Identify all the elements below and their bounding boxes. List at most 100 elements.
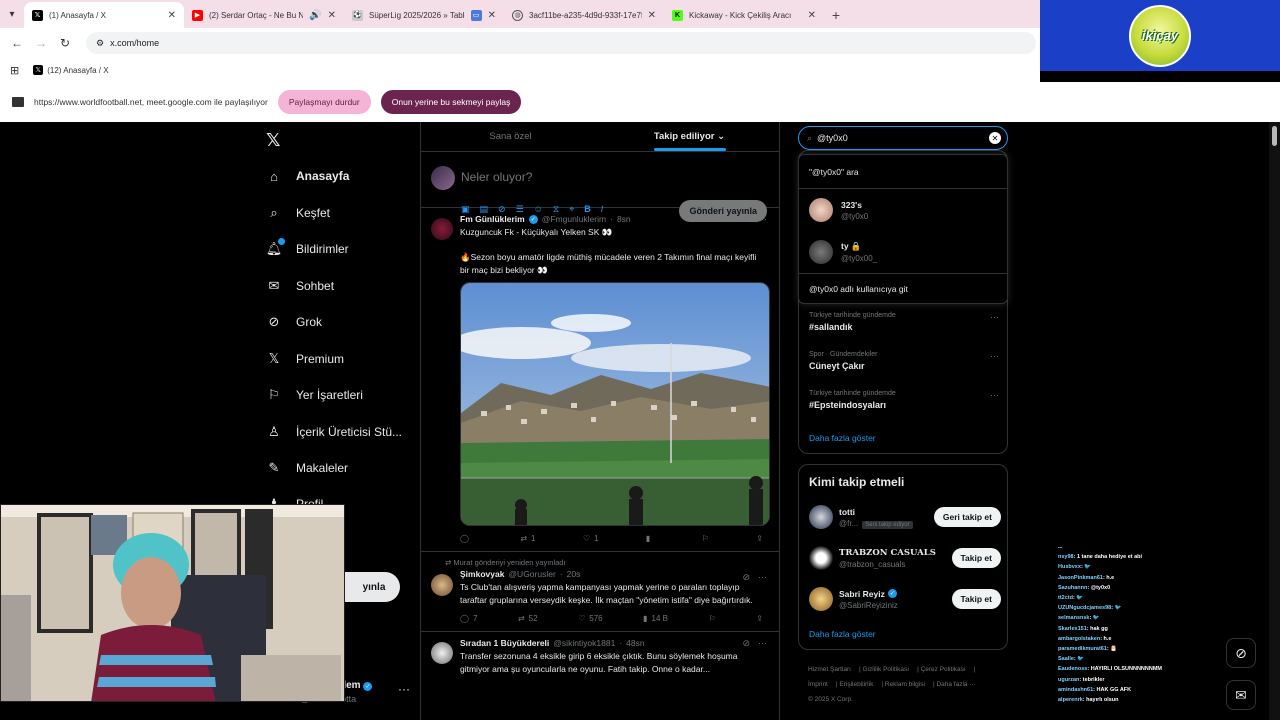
back-button[interactable]: ← (8, 34, 26, 52)
tweet-author-handle[interactable]: @UGorusler (508, 569, 555, 579)
suggested-user[interactable]: Sabri Reyiz ✓ @SabriReyiziniz Takip et (809, 584, 1001, 614)
bookmark-item[interactable]: 𝕏 (12) Anasayfa / X (33, 65, 109, 75)
footer-link[interactable]: Reklam bilgisi (885, 681, 925, 688)
sidebar-item-grok[interactable]: ⊘ Grok (266, 314, 322, 330)
speaker-icon[interactable]: 🔊 (309, 10, 321, 21)
follow-back-button[interactable]: Geri takip et (933, 507, 1001, 527)
footer-link[interactable]: Daha fazla ··· (936, 681, 975, 688)
trends-show-more-link[interactable]: Daha fazla göster (809, 433, 876, 443)
close-tab-icon[interactable]: ✕ (488, 10, 496, 21)
views-button[interactable]: ▮ (646, 534, 654, 543)
grok-float-icon[interactable]: ⊘ (1226, 638, 1256, 668)
close-tab-icon[interactable]: ✕ (328, 10, 336, 21)
sidebar-item-articles[interactable]: ✎ Makaleler (266, 460, 348, 476)
tweet[interactable]: ⇄ Murat gönderiyi yeniden yayınladı ⊘ ··… (421, 552, 779, 632)
tweet-author-name[interactable]: Fm Günlüklerim (460, 214, 525, 224)
page-scrollbar[interactable] (1269, 122, 1280, 720)
reload-button[interactable]: ↻ (56, 34, 74, 52)
tweet-author-handle[interactable]: @sikintiyok1881 (553, 638, 615, 648)
follow-button[interactable]: Takip et (951, 548, 1001, 568)
repost-button[interactable]: ⇄ 52 (518, 614, 538, 623)
more-icon[interactable]: ··· (758, 638, 767, 649)
share-button[interactable]: ⇪ (756, 614, 763, 623)
tweet-time[interactable]: 8sn (617, 214, 631, 224)
forward-button[interactable]: → (32, 34, 50, 52)
footer-link[interactable]: Gizlilik Politikası (862, 666, 909, 673)
repost-button[interactable]: ⇄ 1 (520, 534, 535, 543)
search-user-result[interactable]: ty 🔒 @ty0x00_ (799, 231, 1007, 273)
browser-tab[interactable]: K Kickaway - Kick Çekiliş Aracı ✕ (664, 2, 824, 28)
avatar[interactable] (431, 166, 455, 195)
close-tab-icon[interactable]: ✕ (648, 10, 656, 21)
share-button[interactable]: ⇪ (756, 534, 763, 543)
suggested-user[interactable]: TRABZON CASUALS @trabzon_casuals Takip e… (809, 543, 1001, 573)
trend-item[interactable]: Türkiye tarihinde gündemde #Epsteindosya… (809, 390, 999, 410)
grok-icon[interactable]: ⊘ (742, 638, 750, 649)
grok-icon[interactable]: ⊘ (742, 572, 750, 583)
tweet-author-handle[interactable]: @Fmgunluklerim (542, 214, 606, 224)
site-settings-icon[interactable]: ⚙ (96, 38, 104, 49)
sidebar-item-creator-studio[interactable]: ♙ İçerik Üreticisi Stü... (266, 424, 402, 440)
goto-user-link[interactable]: @ty0x0 adlı kullanıcıya git (799, 273, 1007, 303)
footer-link[interactable]: Erişilebilirlik (839, 681, 873, 688)
x-home-logo[interactable]: 𝕏 (266, 130, 281, 151)
more-icon[interactable]: ··· (758, 572, 767, 583)
avatar[interactable] (431, 574, 453, 601)
browser-tab[interactable]: ⚽ SüperLig 2025/2026 » Table ▭ ✕ (344, 2, 504, 28)
close-tab-icon[interactable]: ✕ (808, 10, 816, 21)
avatar[interactable] (431, 642, 453, 669)
tweet-author-name[interactable]: Şimkovyak (460, 569, 504, 579)
like-button[interactable]: ♡ 576 (578, 614, 603, 623)
stop-sharing-button[interactable]: Paylaşmayı durdur (277, 90, 371, 114)
tweet[interactable]: ⊘ ··· Sıradan 1 Büyükdereli @sikintiyok1… (421, 632, 779, 683)
browser-tab[interactable]: ◍ 3acf11be-a235-4d9d-933f-17e7f... ✕ (504, 2, 664, 28)
more-icon[interactable]: ··· (758, 214, 767, 225)
tab-search-icon[interactable]: ▾ (0, 0, 24, 28)
bookmark-button[interactable]: ⚐ (702, 534, 709, 543)
search-suggestion[interactable]: "@ty0x0" ara (799, 155, 1007, 189)
browser-tab[interactable]: ▶ (2) Serdar Ortaç - Ne Bu Ne... 🔊 ✕ (184, 2, 344, 28)
follow-button[interactable]: Takip et (951, 589, 1001, 609)
footer-link[interactable]: İmprint (808, 681, 828, 688)
bookmark-button[interactable]: ⚐ (709, 614, 716, 623)
tweet-author-name[interactable]: Sıradan 1 Büyükdereli (460, 638, 549, 648)
scroll-thumb[interactable] (1272, 126, 1277, 146)
more-icon[interactable]: ··· (990, 390, 999, 400)
sidebar-item-bookmarks[interactable]: ⚐ Yer İşaretleri (266, 387, 363, 403)
who-to-follow-show-more-link[interactable]: Daha fazla göster (809, 629, 876, 639)
search-input[interactable]: ⌕ @ty0x0 ✕ (798, 126, 1008, 150)
suggested-user[interactable]: totti @fr... Seni takip ediyor Geri takip… (809, 502, 1001, 532)
avatar[interactable] (431, 218, 453, 245)
search-user-result[interactable]: 323's @ty0x0 (799, 189, 1007, 231)
reply-button[interactable]: ◯ (460, 534, 473, 543)
sidebar-item-premium[interactable]: 𝕏 Premium (266, 351, 344, 367)
url-input[interactable]: ⚙ x.com/home (86, 32, 1036, 54)
sidebar-item-home[interactable]: ⌂ Anasayfa (266, 168, 349, 184)
sidebar-item-explore[interactable]: ⌕ Keşfet (266, 205, 330, 221)
browser-tab[interactable]: 𝕏 (1) Anasayfa / X ✕ (24, 2, 184, 28)
tweet-time[interactable]: 20s (567, 569, 581, 579)
tweet-image[interactable] (460, 282, 770, 526)
messages-float-icon[interactable]: ✉ (1226, 680, 1256, 710)
tweet[interactable]: ⊘ ··· Fm Günlüklerim ✓ @Fmgunluklerim · … (421, 208, 779, 552)
more-icon[interactable]: ··· (990, 351, 999, 361)
trend-item[interactable]: Türkiye tarihinde gündemde #sallandık ··… (809, 312, 999, 332)
share-this-tab-button[interactable]: Onun yerine bu sekmeyi paylaş (380, 90, 522, 114)
close-tab-icon[interactable]: ✕ (168, 10, 176, 21)
grok-icon[interactable]: ⊘ (742, 214, 750, 225)
new-tab-button[interactable]: + (824, 2, 848, 28)
footer-link[interactable]: Çerez Politikası (921, 666, 966, 673)
sidebar-item-notifications[interactable]: 🔔︎ Bildirimler (266, 238, 349, 257)
more-icon[interactable]: ··· (990, 312, 999, 322)
tweet-time[interactable]: 48sn (626, 638, 644, 648)
account-menu-icon[interactable]: ··· (398, 682, 410, 696)
like-button[interactable]: ♡ 1 (583, 534, 599, 543)
footer-link[interactable]: Hizmet Şartları (808, 666, 851, 673)
compose-input[interactable]: Neler oluyor? (461, 170, 532, 184)
apps-grid-icon[interactable]: ⊞ (10, 64, 19, 77)
views-button[interactable]: ▮ 14 B (643, 614, 668, 623)
trend-item[interactable]: Spor · Gündemdekiler Cüneyt Çakır ··· (809, 351, 999, 371)
sidebar-item-chat[interactable]: ✉ Sohbet (266, 278, 335, 294)
clear-search-icon[interactable]: ✕ (989, 132, 1001, 144)
reply-button[interactable]: ◯ 7 (460, 614, 477, 623)
